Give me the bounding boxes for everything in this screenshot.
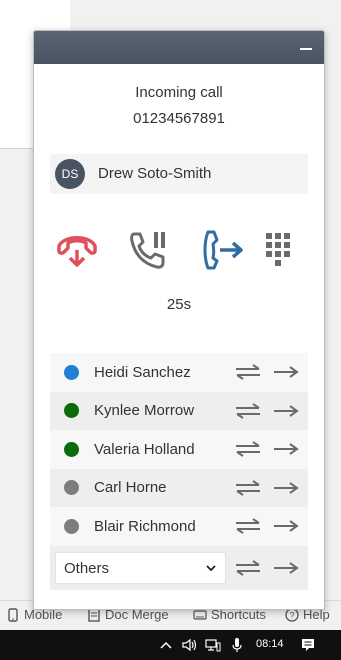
others-row: Others bbox=[50, 545, 308, 590]
microphone-button[interactable] bbox=[229, 636, 245, 654]
network-button[interactable] bbox=[205, 636, 221, 654]
popup-header bbox=[34, 31, 324, 64]
arrow-right-icon bbox=[274, 366, 299, 379]
list-item: Carl Horne bbox=[50, 468, 308, 507]
status-dot bbox=[64, 364, 79, 380]
dialpad-button[interactable] bbox=[256, 228, 302, 272]
status-dot bbox=[64, 441, 79, 457]
microphone-icon bbox=[232, 638, 242, 652]
blind-transfer-button[interactable] bbox=[272, 439, 300, 459]
speaker-icon bbox=[182, 638, 197, 652]
notifications-button[interactable] bbox=[300, 636, 316, 654]
call-popup: Incoming call 01234567891 DS Drew Soto-S… bbox=[33, 30, 325, 610]
notification-icon bbox=[302, 639, 314, 651]
minimize-button[interactable] bbox=[298, 39, 314, 55]
others-select-value: Others bbox=[64, 559, 110, 577]
attended-transfer-button[interactable] bbox=[234, 516, 262, 536]
attended-transfer-button[interactable] bbox=[234, 362, 262, 382]
swap-arrows-icon bbox=[236, 364, 260, 381]
transfer-call-icon bbox=[203, 230, 243, 270]
status-dot bbox=[64, 518, 79, 534]
hold-button[interactable] bbox=[126, 228, 172, 272]
others-select[interactable]: Others bbox=[55, 551, 226, 584]
blind-transfer-button[interactable] bbox=[272, 401, 300, 421]
swap-arrows-icon bbox=[236, 479, 260, 496]
list-item: Heidi Sanchez bbox=[50, 353, 308, 392]
transfer-contact-list: Heidi Sanchez Kynlee Morrow Valeria Holl… bbox=[50, 353, 308, 590]
list-item: Kynlee Morrow bbox=[50, 391, 308, 430]
transfer-call-button[interactable] bbox=[200, 228, 246, 272]
attended-transfer-button[interactable] bbox=[234, 478, 262, 498]
swap-arrows-icon bbox=[236, 441, 260, 458]
status-dot bbox=[64, 480, 79, 496]
list-item: Valeria Holland bbox=[50, 430, 308, 469]
call-actions bbox=[34, 228, 324, 272]
taskbar: 08:14 bbox=[0, 630, 341, 660]
arrow-right-icon bbox=[274, 520, 299, 533]
taskbar-clock[interactable]: 08:14 bbox=[256, 638, 284, 650]
attended-transfer-button[interactable] bbox=[234, 558, 262, 578]
contact-name: Heidi Sanchez bbox=[94, 363, 191, 381]
blind-transfer-button[interactable] bbox=[272, 362, 300, 382]
show-hidden-icons-button[interactable] bbox=[158, 636, 174, 654]
contact-name: Blair Richmond bbox=[94, 517, 196, 535]
attended-transfer-button[interactable] bbox=[234, 439, 262, 459]
caller-card: DS Drew Soto-Smith bbox=[50, 154, 308, 194]
blind-transfer-button[interactable] bbox=[272, 516, 300, 536]
contact-name: Carl Horne bbox=[94, 479, 167, 497]
arrow-right-icon bbox=[274, 481, 299, 494]
svg-text:?: ? bbox=[289, 610, 294, 620]
caller-number: 01234567891 bbox=[133, 110, 225, 127]
blind-transfer-button[interactable] bbox=[272, 558, 300, 578]
arrow-right-icon bbox=[274, 443, 299, 456]
swap-arrows-icon bbox=[236, 518, 260, 535]
call-timer: 25s bbox=[166, 296, 192, 313]
avatar: DS bbox=[55, 159, 85, 189]
blind-transfer-button[interactable] bbox=[272, 478, 300, 498]
contact-name: Kynlee Morrow bbox=[94, 402, 195, 420]
arrow-right-icon bbox=[274, 404, 299, 417]
swap-arrows-icon bbox=[236, 402, 260, 419]
network-icon bbox=[205, 639, 221, 652]
hangup-icon bbox=[57, 236, 97, 267]
contact-name: Valeria Holland bbox=[94, 440, 195, 458]
call-status: Incoming call bbox=[135, 84, 223, 101]
swap-arrows-icon bbox=[236, 559, 260, 576]
list-item: Blair Richmond bbox=[50, 507, 308, 546]
hangup-button[interactable] bbox=[54, 228, 100, 272]
dialpad-icon bbox=[266, 233, 290, 266]
caller-name: Drew Soto-Smith bbox=[98, 165, 212, 182]
mobile-icon bbox=[8, 607, 18, 622]
chevron-up-icon bbox=[160, 641, 172, 649]
chevron-down-icon bbox=[206, 564, 216, 571]
volume-button[interactable] bbox=[181, 636, 197, 654]
status-dot bbox=[64, 403, 79, 419]
attended-transfer-button[interactable] bbox=[234, 401, 262, 421]
arrow-right-icon bbox=[274, 561, 299, 574]
hold-icon bbox=[130, 232, 165, 269]
